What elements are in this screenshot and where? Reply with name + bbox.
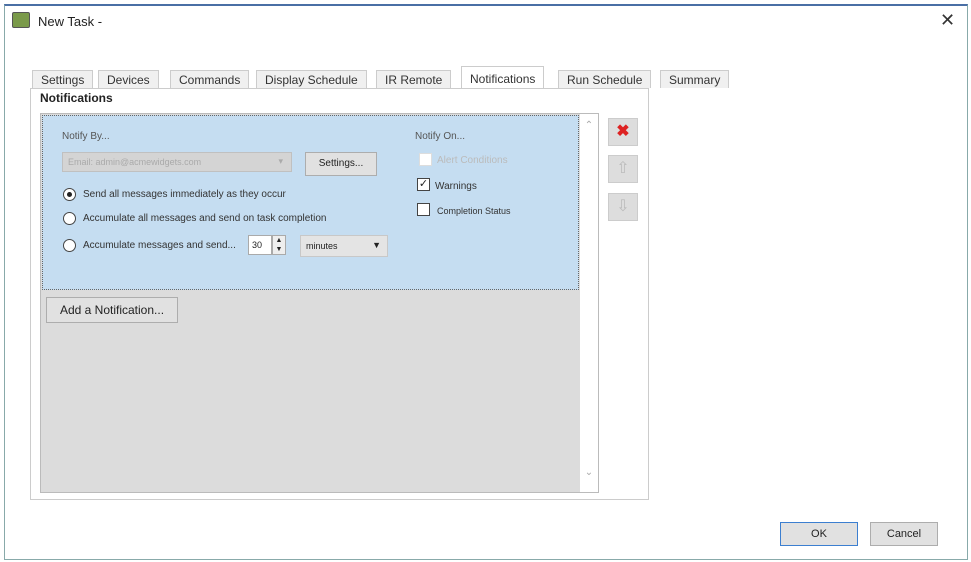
interval-stepper[interactable]: ▲ ▼ — [272, 235, 286, 255]
notify-on-label: Notify On... — [415, 131, 466, 142]
delete-icon[interactable]: ✖ — [608, 118, 638, 146]
radio-label: Send all messages immediately as they oc… — [83, 189, 286, 200]
tab-display-schedule[interactable]: Display Schedule — [256, 70, 367, 89]
tab-devices[interactable]: Devices — [98, 70, 159, 89]
scrollbar[interactable]: ⌃ ⌄ — [580, 114, 598, 492]
email-value: Email: admin@acmewidgets.com — [68, 157, 202, 167]
tab-summary[interactable]: Summary — [660, 70, 730, 89]
close-icon[interactable]: ✕ — [940, 10, 955, 31]
radio-send-immediately[interactable] — [63, 188, 76, 201]
move-up-icon[interactable]: ⇧ — [608, 155, 638, 183]
unit-value: minutes — [306, 241, 338, 251]
chevron-down-icon: ▾ — [278, 156, 283, 166]
add-notification-button[interactable]: Add a Notification... — [46, 297, 178, 323]
interval-unit-select[interactable]: minutes ▼ — [300, 235, 388, 257]
checkbox-completion-status[interactable] — [417, 203, 430, 216]
tab-run-schedule[interactable]: Run Schedule — [558, 70, 652, 89]
interval-input[interactable]: 30 — [248, 235, 272, 255]
window-title: New Task - — [38, 14, 103, 29]
chevron-down-icon: ▼ — [372, 240, 381, 250]
task-icon — [12, 12, 30, 28]
checkbox-warnings[interactable]: ✓ — [417, 178, 430, 191]
ok-button[interactable]: OK — [780, 522, 858, 546]
radio-label: Accumulate messages and send... — [83, 240, 236, 251]
move-down-icon[interactable]: ⇩ — [608, 193, 638, 221]
settings-button[interactable]: Settings... — [305, 152, 377, 176]
right-pane — [648, 88, 944, 500]
checkbox-label: Warnings — [435, 181, 477, 192]
notification-card[interactable] — [42, 115, 579, 290]
tab-ir-remote[interactable]: IR Remote — [376, 70, 452, 89]
tab-notifications[interactable]: Notifications — [461, 66, 545, 89]
tab-settings[interactable]: Settings — [32, 70, 94, 89]
checkbox-alert-conditions[interactable] — [419, 153, 432, 166]
checkbox-label: Alert Conditions — [437, 155, 508, 166]
notify-by-label: Notify By... — [62, 131, 110, 142]
email-select[interactable]: Email: admin@acmewidgets.com ▾ — [62, 152, 292, 172]
tab-commands[interactable]: Commands — [170, 70, 250, 89]
radio-accumulate-completion[interactable] — [63, 212, 76, 225]
panel-title: Notifications — [40, 91, 113, 105]
checkbox-label: Completion Status — [437, 206, 511, 216]
cancel-button[interactable]: Cancel — [870, 522, 938, 546]
radio-label: Accumulate all messages and send on task… — [83, 213, 327, 224]
radio-accumulate-interval[interactable] — [63, 239, 76, 252]
